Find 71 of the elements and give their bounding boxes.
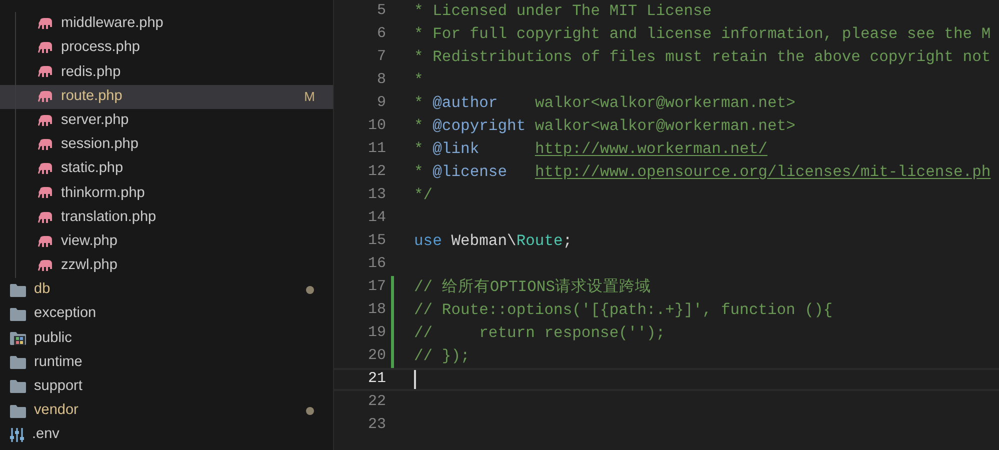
elephant-icon — [38, 139, 53, 152]
file-tree-item[interactable]: process.php — [0, 36, 333, 60]
file-tree-item[interactable]: static.php — [0, 157, 333, 182]
folder-icon — [10, 380, 26, 394]
elephant-icon — [38, 236, 53, 248]
line-number: 7 — [376, 47, 386, 68]
file-tree-item[interactable]: session.php — [0, 132, 333, 158]
code-line: // 给所有OPTIONS请求设置跨域 — [414, 276, 652, 298]
file-tree-item[interactable]: thinkorm.php — [0, 181, 333, 206]
elephant-icon — [38, 260, 53, 272]
file-tree-item[interactable]: middleware.php — [0, 12, 333, 36]
elephant-icon — [38, 66, 53, 78]
line-number: 15 — [366, 231, 386, 252]
folder-grid-icon — [10, 332, 26, 346]
elephant-icon — [38, 114, 53, 127]
file-tree-item[interactable]: translation.php — [0, 206, 333, 230]
line-number: 10 — [366, 116, 386, 136]
line-number: 13 — [366, 185, 386, 206]
text-cursor — [414, 370, 416, 389]
elephant-icon — [38, 187, 53, 200]
line-number: 23 — [366, 415, 386, 436]
file-tree-item[interactable]: route.php M — [0, 84, 333, 109]
sliders-icon — [10, 428, 24, 442]
git-status-label: M — [304, 88, 315, 106]
code-line: use Webman\Route; — [414, 230, 572, 252]
line-number: 16 — [366, 254, 386, 274]
file-tree-item[interactable]: redis.php — [0, 60, 333, 85]
code-line: // return response(''); — [414, 322, 666, 344]
line-number: 6 — [376, 24, 386, 44]
elephant-icon — [38, 212, 53, 224]
line-number: 19 — [366, 323, 386, 344]
line-number: 12 — [366, 162, 386, 182]
file-tree-item[interactable]: zzwl.php — [0, 254, 333, 278]
folder-icon — [10, 308, 26, 321]
code-line: * For full copyright and license information, please see the M — [414, 24, 991, 45]
file-tree-item[interactable]: server.php — [0, 108, 333, 133]
code-line: // }); — [414, 346, 470, 367]
code-line: * @author walkor<walkor@workerman.net> — [414, 92, 796, 114]
code-line: */ — [414, 184, 433, 206]
line-number: 22 — [366, 392, 386, 412]
line-number: 5 — [376, 1, 386, 22]
file-tree-item[interactable]: runtime — [0, 350, 333, 375]
file-tree-item[interactable]: public — [0, 326, 333, 351]
elephant-icon — [38, 18, 53, 30]
line-number: 11 — [366, 139, 386, 160]
code-line: * Licensed under The MIT License — [414, 0, 712, 22]
file-tree-item[interactable]: support — [0, 374, 333, 399]
folder-icon — [10, 356, 26, 370]
code-line: * — [414, 70, 424, 91]
file-tree-item[interactable]: .env — [0, 423, 333, 448]
code-line: // Route::options('[{path:.+}]', function (){ — [414, 300, 833, 321]
file-tree-item[interactable]: exception — [0, 302, 333, 326]
code-line: * Redistributions of files must retain the above copyright not — [414, 46, 991, 68]
line-number: 14 — [366, 208, 386, 228]
elephant-icon — [38, 42, 53, 54]
code-line: * @copyright walkor<walkor@workerman.net> — [414, 116, 796, 137]
folder-icon — [10, 284, 26, 297]
folder-icon — [10, 404, 26, 418]
file-tree-item[interactable]: vendor — [0, 399, 333, 424]
line-number: 18 — [366, 300, 386, 320]
code-line: * @license http://www.opensource.org/licenses/mit-license.ph — [414, 162, 991, 183]
line-number: 9 — [376, 93, 386, 114]
file-tree-item[interactable]: db — [0, 278, 333, 302]
line-number: 17 — [366, 277, 386, 298]
elephant-icon — [38, 163, 53, 176]
line-number: 8 — [376, 70, 386, 90]
code-line: * @link http://www.workerman.net/ — [414, 138, 768, 160]
line-number: 20 — [366, 346, 386, 366]
line-number: 21 — [366, 369, 386, 390]
elephant-icon — [38, 90, 53, 103]
file-tree-item[interactable]: view.php — [0, 230, 333, 254]
